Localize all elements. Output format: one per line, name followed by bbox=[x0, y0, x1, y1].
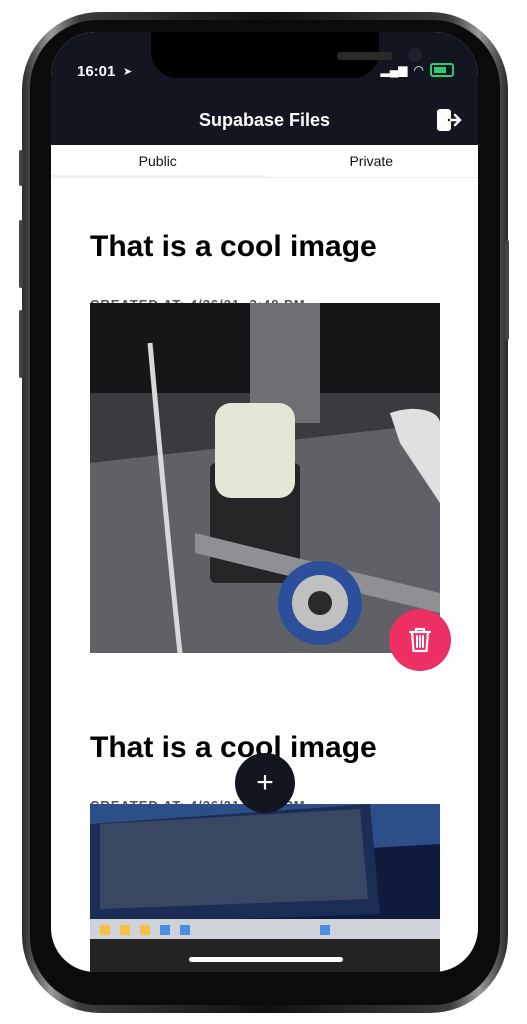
status-icons: ▂▄▆ ◠ bbox=[381, 63, 454, 77]
notch bbox=[151, 32, 422, 78]
add-file-button[interactable]: + bbox=[235, 753, 295, 813]
post-title: That is a cool image bbox=[90, 731, 377, 764]
wifi-icon: ◠ bbox=[413, 63, 424, 77]
logout-icon[interactable] bbox=[436, 108, 462, 132]
trash-icon bbox=[408, 627, 432, 653]
battery-icon bbox=[430, 63, 454, 77]
home-indicator bbox=[189, 957, 343, 962]
tab-bar: Public Private bbox=[51, 145, 478, 178]
front-camera bbox=[408, 48, 422, 62]
signal-icon: ▂▄▆ bbox=[380, 63, 408, 77]
status-time: 16:01 bbox=[77, 63, 116, 80]
power-button bbox=[505, 240, 509, 340]
volume-down-button bbox=[19, 310, 23, 378]
navigation-bar: 16:01 ➤ ▂▄▆ ◠ Supabase Files bbox=[51, 32, 478, 145]
location-icon: ➤ bbox=[123, 66, 133, 78]
plus-icon: + bbox=[256, 766, 274, 799]
post-image bbox=[90, 804, 440, 972]
delete-button[interactable] bbox=[389, 609, 451, 671]
volume-up-button bbox=[19, 220, 23, 288]
post-image bbox=[90, 303, 440, 653]
screen: 16:01 ➤ ▂▄▆ ◠ Supabase Files Public Priv… bbox=[51, 32, 478, 972]
tab-private[interactable]: Private bbox=[265, 145, 479, 177]
mute-switch bbox=[19, 150, 23, 186]
post-title: That is a cool image bbox=[90, 230, 377, 263]
file-feed[interactable]: That is a cool image CREATED AT: 4/26/21… bbox=[51, 178, 478, 972]
tab-public[interactable]: Public bbox=[51, 145, 265, 177]
speaker bbox=[337, 52, 393, 60]
page-title: Supabase Files bbox=[198, 110, 331, 130]
